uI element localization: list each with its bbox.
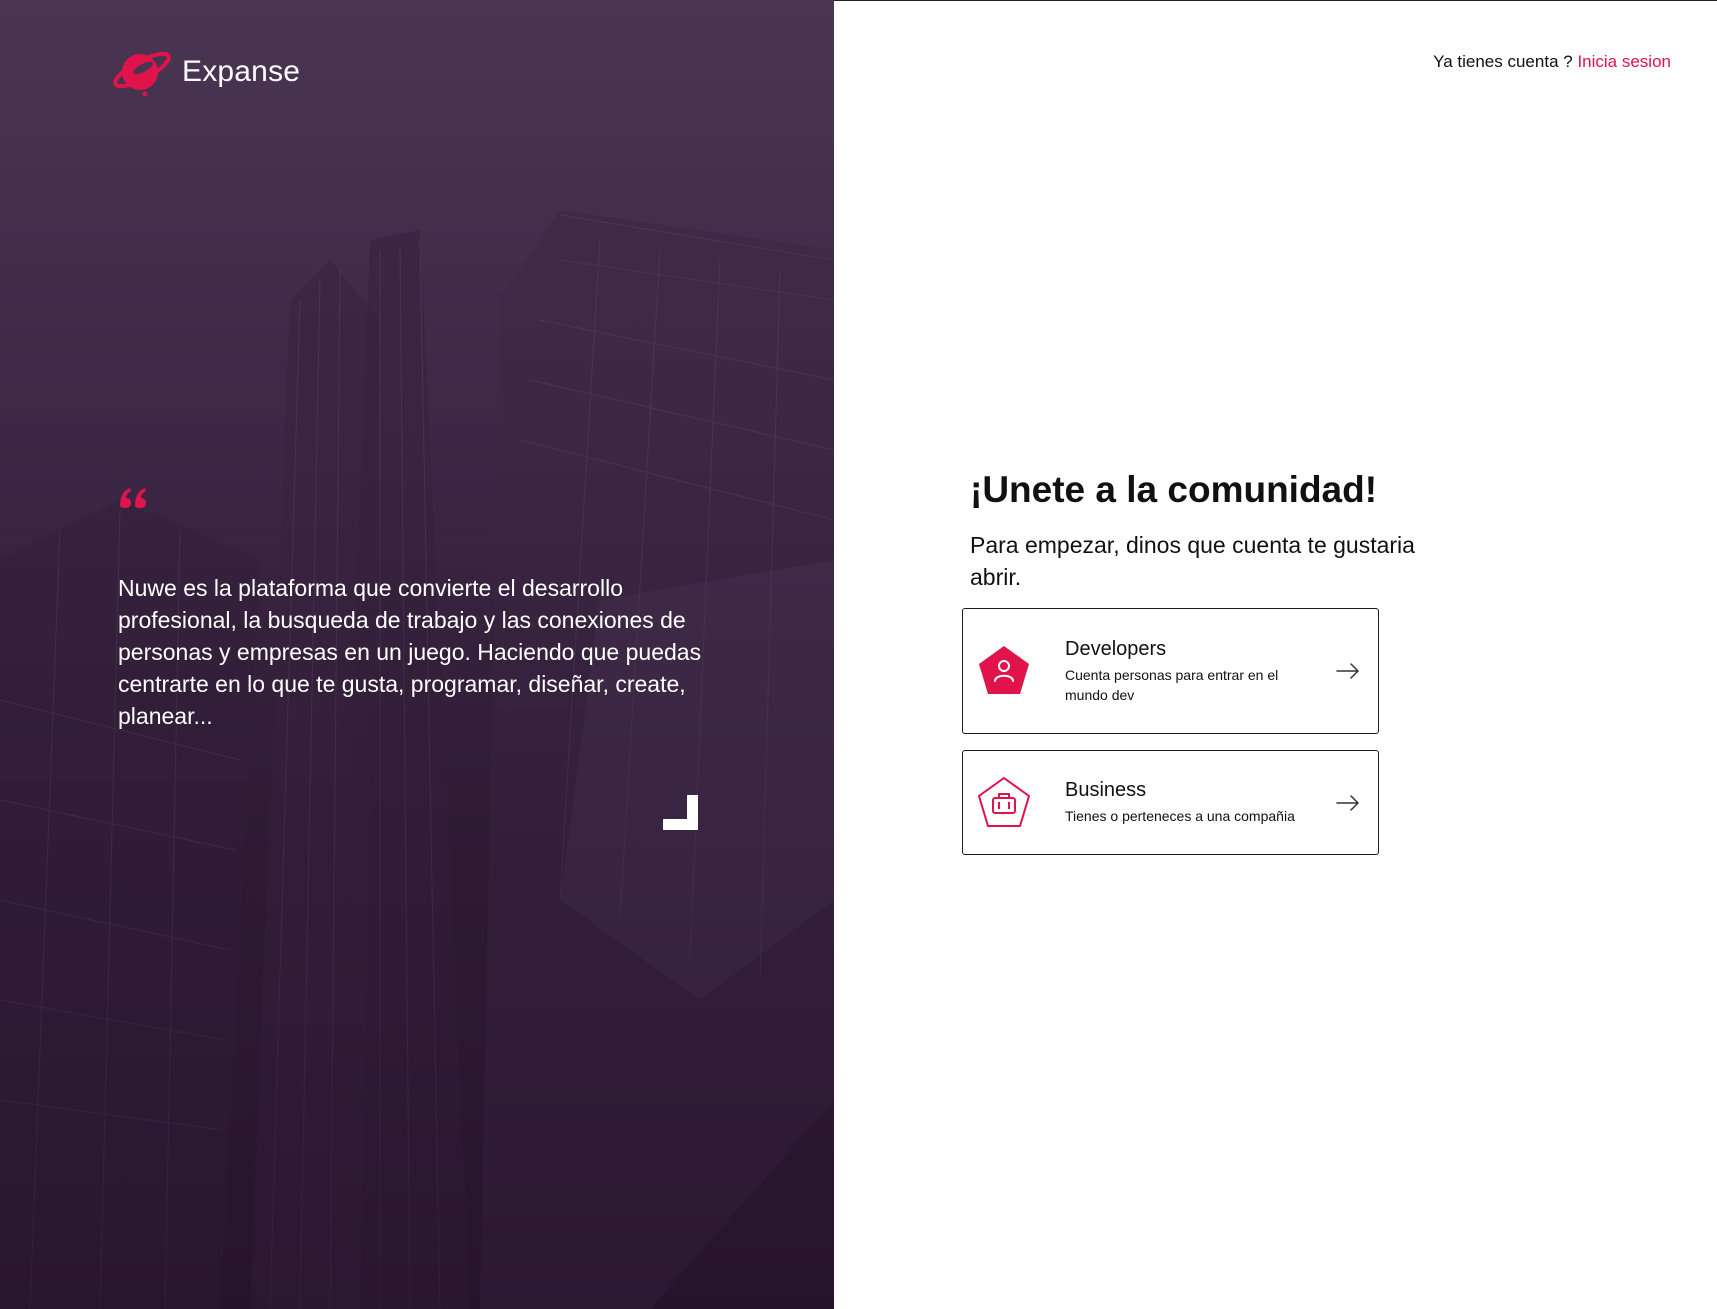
developers-option-button[interactable]: Developers Cuenta personas para entrar e…	[962, 608, 1379, 734]
hero-panel: Expanse Nuwe es la plataforma que convie…	[0, 0, 834, 1309]
brand-logo[interactable]: Expanse	[112, 44, 300, 100]
corner-decoration-icon	[663, 795, 698, 830]
arrow-right-icon	[1336, 794, 1359, 811]
briefcase-pentagon-icon	[977, 776, 1031, 827]
option-description: Cuenta personas para entrar en el mundo …	[1065, 666, 1279, 703]
planet-logo-icon	[113, 51, 171, 97]
login-link[interactable]: Inicia sesion	[1577, 52, 1671, 71]
page-title: ¡Unete a la comunidad!	[970, 469, 1378, 510]
login-prompt: Ya tienes cuenta ? Inicia sesion	[1433, 52, 1671, 72]
option-title: Business	[1065, 779, 1147, 801]
signup-panel: Ya tienes cuenta ? Inicia sesion ¡Unete …	[834, 0, 1717, 1309]
option-description: Tienes o perteneces a una compañia	[1065, 808, 1295, 824]
brand-name: Expanse	[182, 55, 301, 88]
quote-icon	[120, 488, 146, 508]
hero-quote: Nuwe es la plataforma que convierte el d…	[118, 575, 702, 729]
business-option-button[interactable]: Business Tienes o perteneces a una compa…	[962, 750, 1379, 855]
user-pentagon-icon	[979, 646, 1029, 694]
login-prompt-text: Ya tienes cuenta ?	[1433, 52, 1573, 71]
developers-option-text: Developers Cuenta personas para entrar e…	[1065, 638, 1315, 705]
option-title: Developers	[1065, 637, 1167, 660]
arrow-right-icon	[1336, 663, 1359, 679]
signup-page: Expanse Nuwe es la plataforma que convie…	[0, 0, 1717, 1309]
page-subtitle: Para empezar, dinos que cuenta te gustar…	[970, 532, 1415, 590]
business-option-text: Business Tienes o perteneces a una compa…	[1065, 779, 1315, 826]
